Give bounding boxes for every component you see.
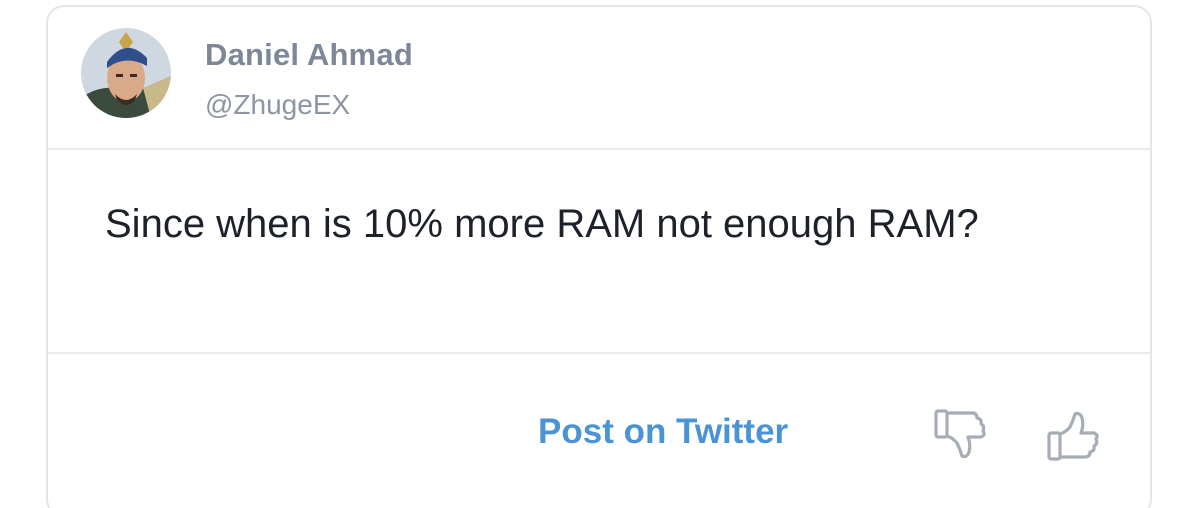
thumbs-down-icon (934, 409, 986, 459)
post-on-twitter-link[interactable]: Post on Twitter (538, 412, 788, 452)
author-handle[interactable]: @ZhugeEX (205, 89, 350, 121)
avatar[interactable] (81, 28, 171, 118)
like-button[interactable] (1043, 405, 1103, 465)
tweet-card: Daniel Ahmad @ZhugeEX Since when is 10% … (46, 5, 1152, 508)
tweet-body: Since when is 10% more RAM not enough RA… (48, 150, 1150, 354)
avatar-image (81, 28, 171, 118)
dislike-button[interactable] (930, 405, 990, 465)
tweet-header: Daniel Ahmad @ZhugeEX (48, 7, 1150, 150)
thumbs-up-icon (1047, 411, 1099, 461)
author-name[interactable]: Daniel Ahmad (205, 37, 413, 73)
tweet-text: Since when is 10% more RAM not enough RA… (105, 202, 979, 246)
tweet-footer: Post on Twitter (48, 354, 1150, 508)
